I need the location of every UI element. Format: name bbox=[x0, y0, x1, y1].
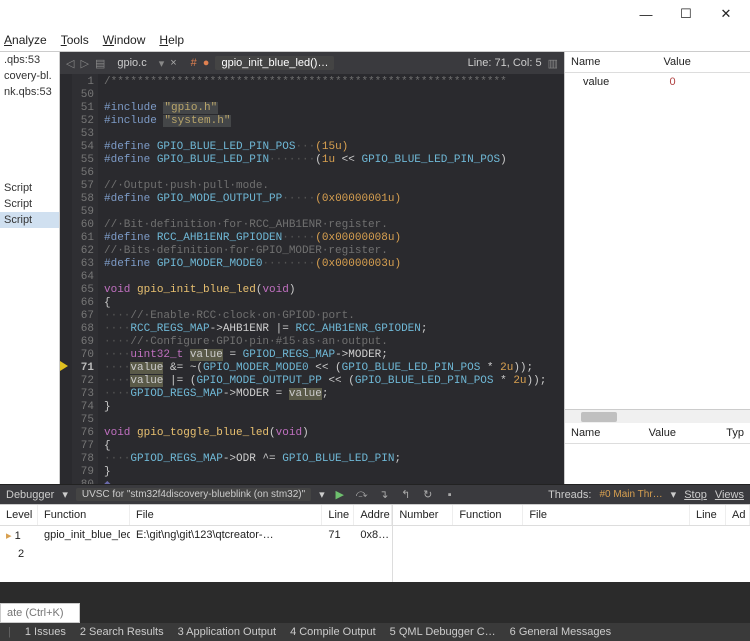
breakpoint-margin[interactable] bbox=[60, 74, 72, 484]
stack-row[interactable]: ▸ 1 gpio_init_blue_led E:\git\ng\git\123… bbox=[0, 526, 392, 545]
file-icon: ▤ bbox=[95, 57, 105, 70]
status-compile[interactable]: 4 Compile Output bbox=[290, 626, 376, 638]
workspace: .qbs:53 covery-bl. nk.qbs:53 Script Scri… bbox=[0, 52, 750, 484]
col-name[interactable]: Name bbox=[565, 52, 658, 72]
cursor-position: Line: 71, Col: 5 bbox=[468, 57, 542, 69]
dirty-marker: # bbox=[191, 57, 197, 69]
watch2-header: Name Value Typ bbox=[565, 423, 750, 444]
editor-column: ◁ ▷ ▤ gpio.c ▾ × # ● gpio_init_blue_led(… bbox=[60, 52, 564, 484]
col-value[interactable]: Value bbox=[643, 423, 721, 443]
debugger-label: Debugger bbox=[6, 489, 54, 501]
menubar: Analyze Tools Window Help bbox=[0, 28, 750, 52]
col-file[interactable]: File bbox=[130, 505, 322, 525]
minimize-button[interactable]: — bbox=[626, 2, 666, 26]
line-numbers: 1505152535455565758596061626364656667686… bbox=[72, 74, 98, 484]
sidebar-item[interactable]: nk.qbs:53 bbox=[0, 84, 59, 100]
sidebar-item[interactable]: covery-bl. bbox=[0, 68, 59, 84]
titlebar: — ☐ ✕ bbox=[0, 0, 750, 28]
maximize-button[interactable]: ☐ bbox=[666, 2, 706, 26]
watch-value: 0 bbox=[664, 73, 750, 91]
step-out-icon[interactable]: ↰ bbox=[399, 488, 413, 502]
locator-input[interactable] bbox=[0, 603, 80, 623]
step-over-icon[interactable]: ⤼ bbox=[355, 488, 369, 502]
stop-icon[interactable]: ▪ bbox=[443, 488, 457, 502]
step-into-icon[interactable]: ↴ bbox=[377, 488, 391, 502]
menu-help[interactable]: Help bbox=[159, 33, 184, 47]
col-level[interactable]: Level bbox=[0, 505, 38, 525]
col-line[interactable]: Line bbox=[690, 505, 726, 525]
locals-table: Number Function File Line Ad bbox=[393, 505, 750, 582]
menu-window[interactable]: Window bbox=[103, 33, 146, 47]
col-type[interactable]: Typ bbox=[720, 423, 750, 443]
watch-panel: Name Value value 0 Name Value Typ bbox=[564, 52, 750, 484]
stack-table: Level Function File Line Addre ▸ 1 gpio_… bbox=[0, 505, 393, 582]
col-file[interactable]: File bbox=[523, 505, 690, 525]
menu-analyze[interactable]: Analyze bbox=[4, 33, 47, 47]
views-label[interactable]: Views bbox=[715, 489, 744, 501]
debugger-toolbar: Debugger ▾ UVSC for "stm32f4discovery-bl… bbox=[0, 484, 750, 504]
continue-icon[interactable]: ▶ bbox=[333, 488, 347, 502]
sidebar-item[interactable]: Script bbox=[0, 180, 59, 196]
sidebar-item[interactable]: Script bbox=[0, 196, 59, 212]
project-sidebar: .qbs:53 covery-bl. nk.qbs:53 Script Scri… bbox=[0, 52, 60, 484]
code-editor[interactable]: 1505152535455565758596061626364656667686… bbox=[60, 74, 564, 484]
statusbar: | 1 Issues 2 Search Results 3 Applicatio… bbox=[0, 623, 750, 641]
col-number[interactable]: Number bbox=[393, 505, 453, 525]
threads-label: Threads: bbox=[548, 489, 591, 501]
dropdown-icon[interactable]: ▾ bbox=[671, 488, 677, 501]
dropdown-icon[interactable]: ▾ bbox=[62, 488, 68, 501]
sidebar-item[interactable]: Script bbox=[0, 212, 59, 228]
col-ad[interactable]: Ad bbox=[726, 505, 750, 525]
close-button[interactable]: ✕ bbox=[706, 2, 746, 26]
watch-row[interactable]: value 0 bbox=[565, 73, 750, 91]
status-general[interactable]: 6 General Messages bbox=[510, 626, 612, 638]
col-line[interactable]: Line bbox=[322, 505, 354, 525]
tab-filename[interactable]: gpio.c bbox=[111, 57, 152, 69]
watch-header: Name Value bbox=[565, 52, 750, 73]
h-scrollbar[interactable] bbox=[565, 409, 750, 423]
dropdown-icon[interactable]: ▾ bbox=[159, 57, 165, 70]
menu-tools[interactable]: Tools bbox=[61, 33, 89, 47]
tab-close-icon[interactable]: × bbox=[170, 57, 176, 69]
symbol-icon: ● bbox=[203, 57, 210, 69]
stack-row[interactable]: 2 bbox=[0, 545, 392, 563]
dropdown-icon[interactable]: ▾ bbox=[319, 488, 325, 501]
debug-config[interactable]: UVSC for "stm32f4discovery-blueblink (on… bbox=[76, 488, 311, 501]
col-name[interactable]: Name bbox=[565, 423, 643, 443]
nav-back-icon[interactable]: ◁ bbox=[66, 57, 74, 70]
sidebar-item[interactable]: .qbs:53 bbox=[0, 52, 59, 68]
col-function[interactable]: Function bbox=[453, 505, 523, 525]
split-icon[interactable]: ▥ bbox=[548, 57, 558, 70]
debug-tables: Level Function File Line Addre ▸ 1 gpio_… bbox=[0, 504, 750, 582]
col-value[interactable]: Value bbox=[658, 52, 750, 72]
status-appout[interactable]: 3 Application Output bbox=[178, 626, 276, 638]
col-function[interactable]: Function bbox=[38, 505, 130, 525]
editor-tabbar: ◁ ▷ ▤ gpio.c ▾ × # ● gpio_init_blue_led(… bbox=[60, 52, 564, 74]
stop-label[interactable]: Stop bbox=[684, 489, 707, 501]
nav-fwd-icon[interactable]: ▷ bbox=[80, 57, 88, 70]
col-addr[interactable]: Addre bbox=[354, 505, 392, 525]
current-function[interactable]: gpio_init_blue_led()… bbox=[215, 56, 334, 70]
status-search[interactable]: 2 Search Results bbox=[80, 626, 164, 638]
watch-name: value bbox=[565, 73, 664, 91]
status-qml[interactable]: 5 QML Debugger C… bbox=[390, 626, 496, 638]
thread-selector[interactable]: #0 Main Thr… bbox=[599, 489, 662, 500]
restart-icon[interactable]: ↻ bbox=[421, 488, 435, 502]
status-issues[interactable]: 1 Issues bbox=[25, 626, 66, 638]
code-area[interactable]: /***************************************… bbox=[98, 74, 564, 484]
